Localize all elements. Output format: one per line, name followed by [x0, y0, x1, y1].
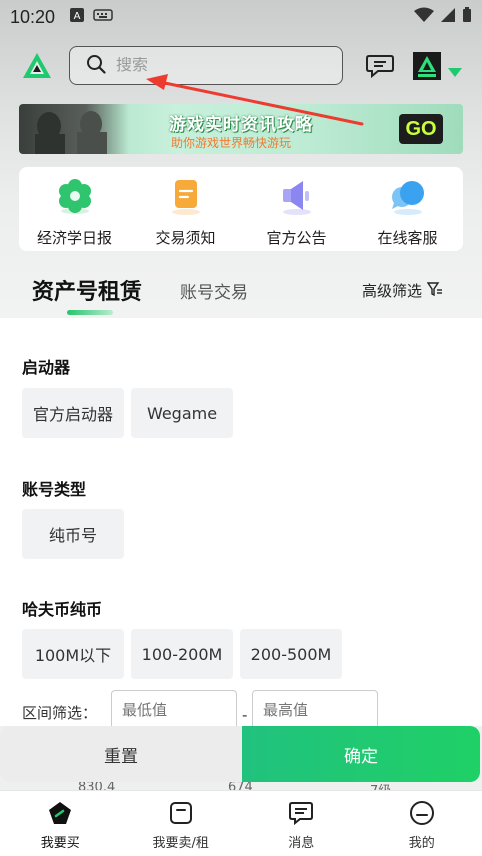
- flower-icon: [55, 177, 95, 217]
- app-notification-icon: A: [69, 7, 85, 28]
- reset-button[interactable]: 重置: [0, 726, 242, 782]
- quick-menu-label: 交易须知: [155, 229, 216, 247]
- range-separator: -: [242, 706, 248, 724]
- launcher-section-title: 启动器: [22, 358, 71, 377]
- quick-menu: 经济学日报 交易须知 官方公告 在线客服: [19, 167, 463, 251]
- signal-icon: [440, 7, 456, 28]
- advanced-filter-panel: 启动器 官方启动器 Wegame 账号类型 纯币号 哈夫币纯币 100M以下 1…: [0, 318, 482, 726]
- bottom-navigation: 我要买 我要卖/租 消息 我的: [0, 790, 482, 856]
- nav-label: 消息: [288, 836, 315, 851]
- chevron-down-icon[interactable]: [448, 62, 462, 81]
- svg-text:A: A: [74, 11, 81, 22]
- quick-menu-economics-daily[interactable]: 经济学日报: [25, 177, 125, 248]
- range-max-input[interactable]: [252, 690, 378, 726]
- chip-coin-under-100m[interactable]: 100M以下: [22, 629, 124, 679]
- quick-menu-label: 官方公告: [266, 229, 327, 247]
- nav-item-profile[interactable]: 我的: [362, 791, 482, 856]
- chip-coin-100-200m[interactable]: 100-200M: [131, 629, 233, 679]
- banner-characters-image: [19, 104, 129, 154]
- wifi-icon: [414, 7, 434, 28]
- chip-coin-200-500m[interactable]: 200-500M: [240, 629, 342, 679]
- quick-menu-online-support[interactable]: 在线客服: [358, 177, 458, 248]
- range-min-input[interactable]: [111, 690, 237, 726]
- banner-subtitle: 助你游戏世界畅快游玩: [171, 136, 292, 150]
- quick-menu-label: 在线客服: [377, 229, 438, 247]
- sell-icon: [168, 800, 194, 826]
- app-logo-icon[interactable]: [22, 52, 52, 80]
- coin-section-title: 哈夫币纯币: [22, 600, 103, 619]
- status-time: 10:20: [10, 6, 56, 27]
- tab-active-indicator: [67, 310, 113, 315]
- nav-item-messages[interactable]: 消息: [241, 791, 362, 856]
- nav-label: 我要卖/租: [152, 836, 209, 851]
- quick-menu-label: 经济学日报: [36, 229, 112, 247]
- tab-asset-rental[interactable]: 资产号租赁: [32, 274, 142, 306]
- battery-icon: [462, 6, 472, 28]
- banner-go-badge: GO: [399, 114, 443, 144]
- profile-icon: [409, 800, 435, 826]
- nav-item-sell-rent[interactable]: 我要卖/租: [121, 791, 242, 856]
- document-icon: [166, 177, 206, 217]
- chip-wegame[interactable]: Wegame: [131, 388, 233, 438]
- header: [0, 40, 482, 92]
- message-center-icon[interactable]: [366, 54, 394, 79]
- filter-action-bar: 重置 确定: [0, 726, 482, 782]
- search-input[interactable]: [116, 56, 316, 75]
- banner-title: 游戏实时资讯攻略: [169, 115, 313, 135]
- filter-icon: [426, 281, 443, 301]
- advanced-filter-label: 高级筛选: [362, 282, 423, 300]
- tab-account-trade[interactable]: 账号交易: [180, 278, 248, 303]
- confirm-button[interactable]: 确定: [242, 726, 480, 782]
- nav-label: 我的: [408, 836, 435, 851]
- buy-icon: [47, 800, 73, 826]
- quick-menu-official-announcement[interactable]: 官方公告: [247, 177, 347, 248]
- nav-item-buy[interactable]: 我要买: [0, 791, 121, 856]
- search-icon: [86, 54, 106, 78]
- game-avatar[interactable]: [413, 52, 441, 80]
- quick-menu-trade-notice[interactable]: 交易须知: [136, 177, 236, 248]
- range-filter-label: 区间筛选：: [22, 704, 98, 722]
- promo-banner[interactable]: 游戏实时资讯攻略 助你游戏世界畅快游玩 GO: [19, 104, 463, 154]
- speaker-icon: [277, 177, 317, 217]
- chat-bubbles-icon: [388, 177, 428, 217]
- message-icon: [288, 800, 314, 826]
- chip-official-launcher[interactable]: 官方启动器: [22, 388, 124, 438]
- status-bar: 10:20 A: [0, 0, 482, 34]
- keyboard-icon: [93, 7, 113, 27]
- account-type-section-title: 账号类型: [22, 480, 87, 499]
- listing-tabs: 资产号租赁 账号交易 高级筛选: [0, 268, 482, 318]
- nav-label: 我要买: [40, 836, 80, 851]
- advanced-filter-button[interactable]: 高级筛选: [362, 280, 443, 301]
- chip-pure-coin-account[interactable]: 纯币号: [22, 509, 124, 559]
- search-bar[interactable]: [69, 46, 343, 85]
